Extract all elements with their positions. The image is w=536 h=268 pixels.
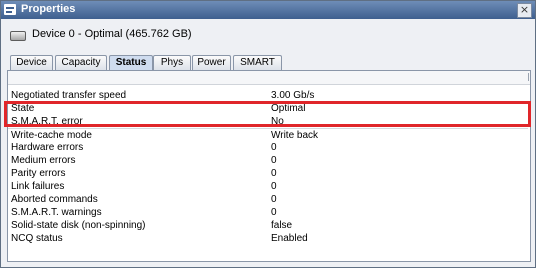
- property-value: 0: [271, 142, 277, 153]
- highlight-box: [4, 101, 531, 127]
- property-label: Medium errors: [11, 155, 76, 166]
- property-row[interactable]: Parity errors 0: [8, 167, 528, 180]
- property-table-header: [8, 71, 530, 85]
- property-row[interactable]: Write-cache mode Write back: [8, 128, 528, 142]
- property-value: 0: [271, 207, 277, 218]
- property-label: Aborted commands: [11, 194, 98, 205]
- property-value: 0: [271, 168, 277, 179]
- close-button[interactable]: ×: [517, 3, 532, 18]
- property-value: 3.00 Gb/s: [271, 90, 315, 101]
- property-value: 0: [271, 155, 277, 166]
- property-row[interactable]: Aborted commands 0: [8, 193, 528, 206]
- status-panel: Negotiated transfer speed 3.00 Gb/s Stat…: [7, 70, 531, 262]
- tab-power[interactable]: Power: [192, 55, 231, 70]
- property-label: Parity errors: [11, 168, 66, 179]
- tab-device[interactable]: Device: [10, 55, 53, 70]
- property-label: S.M.A.R.T. warnings: [11, 207, 102, 218]
- tab-capacity[interactable]: Capacity: [55, 55, 107, 70]
- property-value: 0: [271, 194, 277, 205]
- property-value: Write back: [271, 130, 319, 141]
- property-row[interactable]: Solid-state disk (non-spinning) false: [8, 219, 528, 232]
- property-row[interactable]: Link failures 0: [8, 180, 528, 193]
- column-separator[interactable]: [528, 73, 529, 81]
- device-label: Device 0 - Optimal (465.762 GB): [32, 28, 192, 40]
- property-label: NCQ status: [11, 233, 63, 244]
- property-label: Hardware errors: [11, 142, 84, 153]
- title-bar[interactable]: Properties ×: [1, 1, 535, 19]
- tab-status[interactable]: Status: [109, 55, 153, 70]
- property-label: Solid-state disk (non-spinning): [11, 220, 146, 231]
- property-row[interactable]: Medium errors 0: [8, 154, 528, 167]
- property-label: Negotiated transfer speed: [11, 90, 127, 101]
- tab-smart[interactable]: SMART: [233, 55, 282, 70]
- property-label: Write-cache mode: [11, 130, 92, 141]
- hard-disk-icon: [10, 31, 26, 41]
- window-title: Properties: [21, 3, 76, 15]
- properties-window: Properties × Device 0 - Optimal (465.762…: [0, 0, 536, 268]
- property-value: 0: [271, 181, 277, 192]
- property-row[interactable]: S.M.A.R.T. warnings 0: [8, 206, 528, 219]
- property-value: false: [271, 220, 293, 231]
- property-row[interactable]: Hardware errors 0: [8, 141, 528, 154]
- property-label: Link failures: [11, 181, 65, 192]
- property-value: Enabled: [271, 233, 308, 244]
- properties-icon: [4, 4, 16, 15]
- property-row[interactable]: NCQ status Enabled: [8, 232, 528, 245]
- tab-phys[interactable]: Phys: [153, 55, 191, 70]
